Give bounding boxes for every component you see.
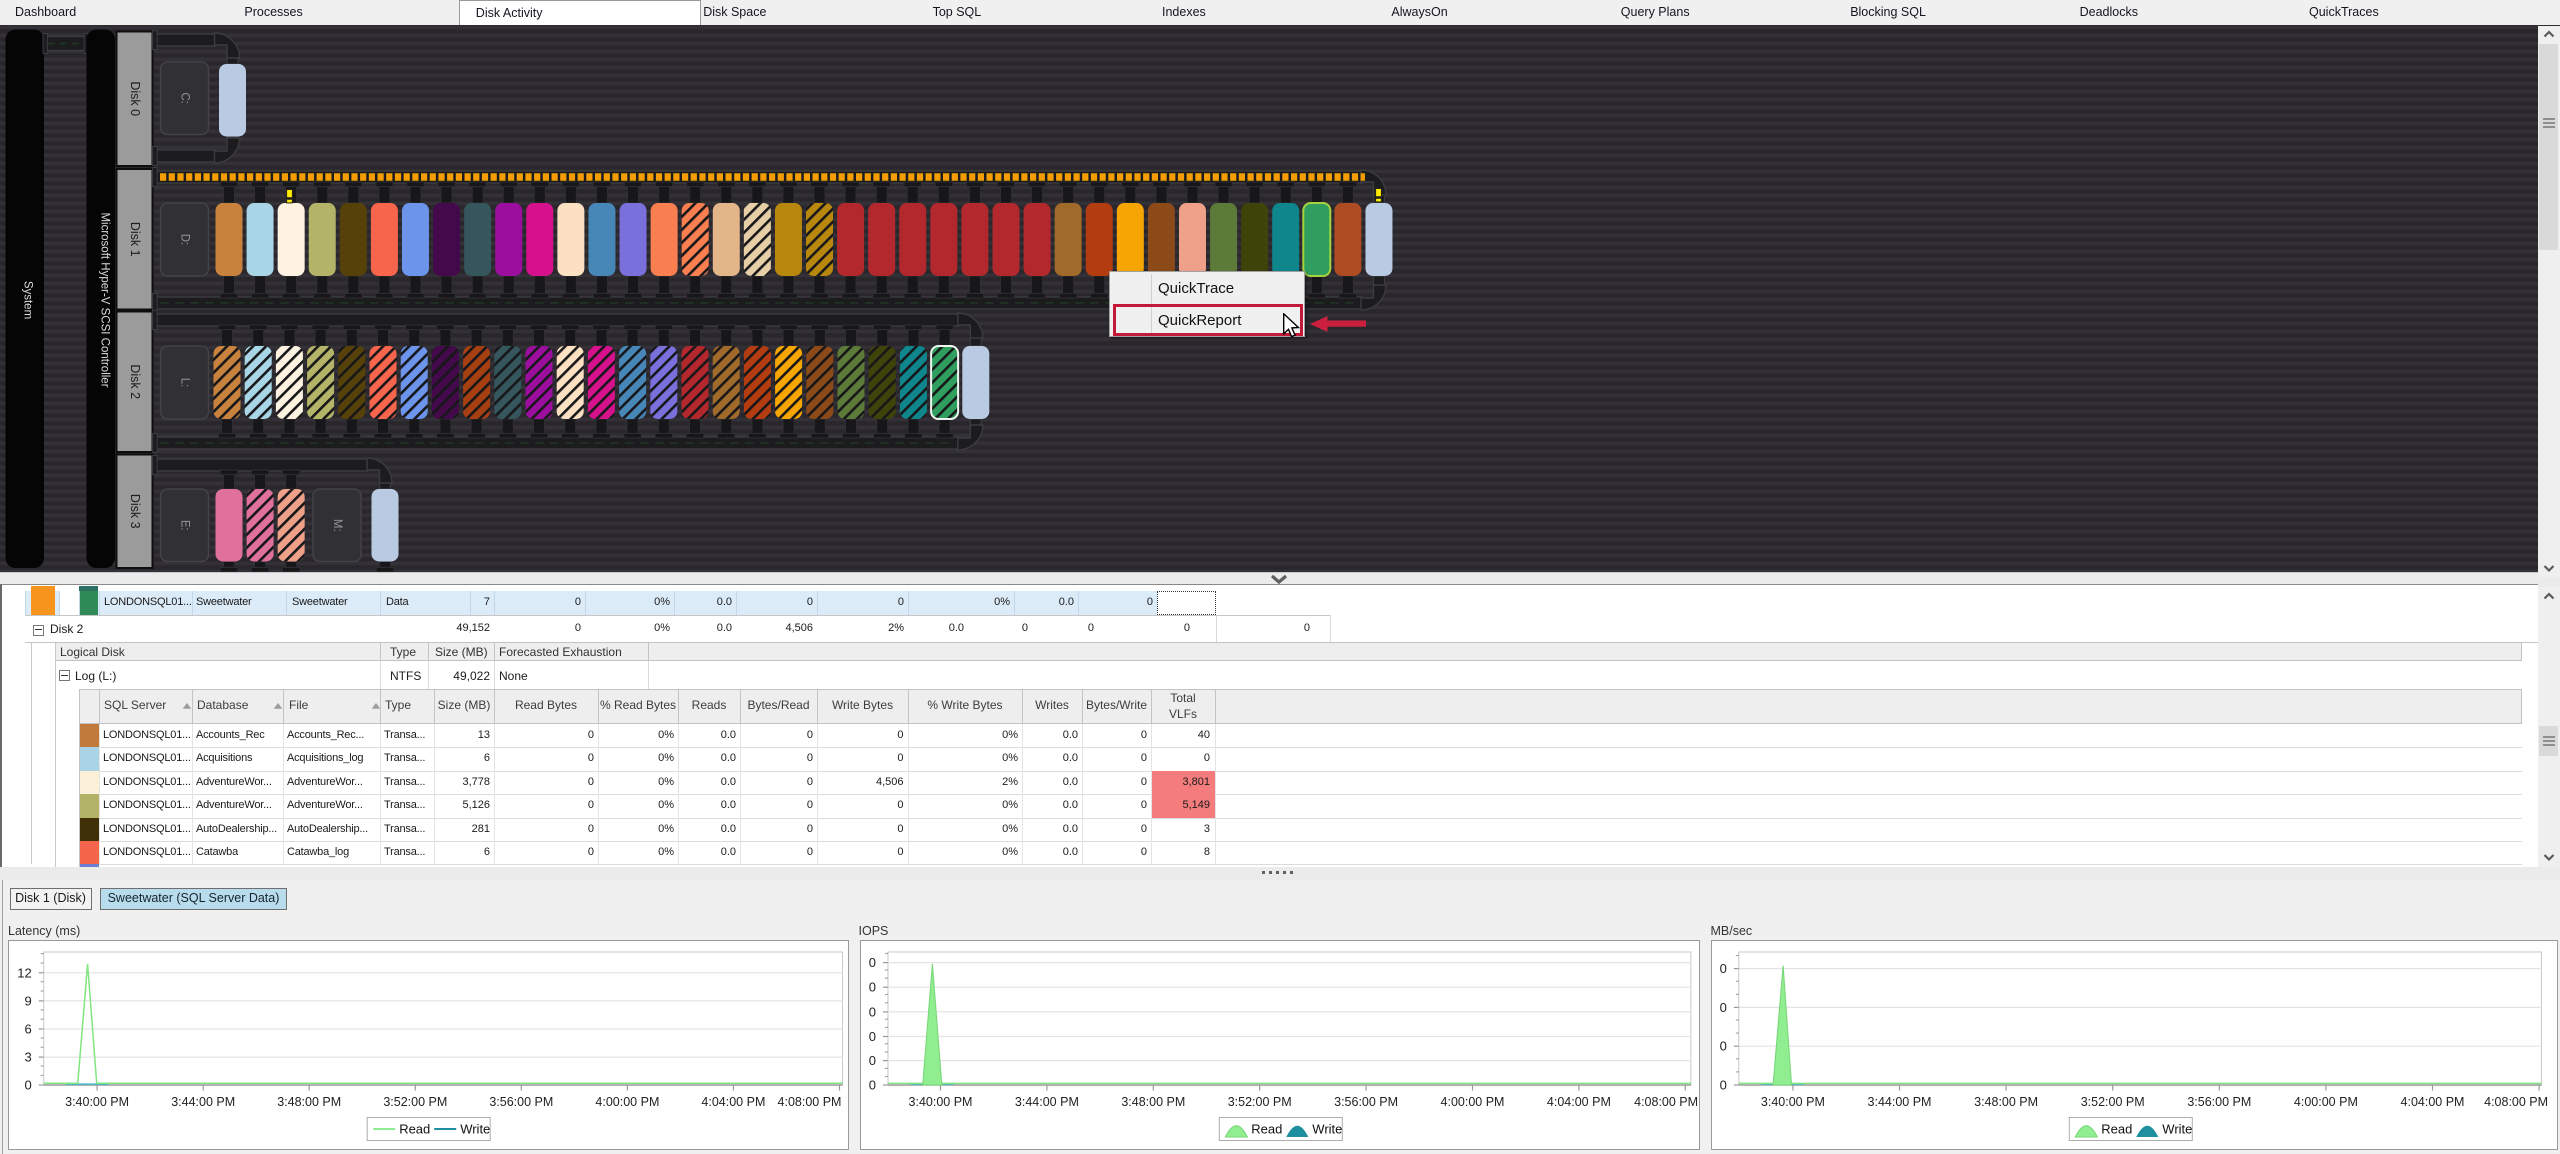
svg-text:3:48:00 PM: 3:48:00 PM (1121, 1095, 1185, 1109)
svg-text:4:04:00 PM: 4:04:00 PM (2400, 1095, 2464, 1109)
svg-text:3:56:00 PM: 3:56:00 PM (1334, 1095, 1398, 1109)
svg-text:3:44:00 PM: 3:44:00 PM (1867, 1095, 1931, 1109)
svg-text:Disk 3: Disk 3 (128, 494, 142, 529)
svg-text:3:48:00 PM: 3:48:00 PM (1974, 1095, 2038, 1109)
svg-text:4:00:00 PM: 4:00:00 PM (595, 1095, 659, 1109)
svg-text:Write: Write (1312, 1121, 1342, 1136)
svg-text:4:08:00 PM: 4:08:00 PM (777, 1095, 841, 1109)
svg-text:0: 0 (868, 1004, 875, 1019)
svg-text:C:: C: (178, 93, 190, 105)
svg-text:Disk 2: Disk 2 (128, 364, 142, 399)
svg-text:4:04:00 PM: 4:04:00 PM (1546, 1095, 1610, 1109)
svg-text:3:44:00 PM: 3:44:00 PM (1014, 1095, 1078, 1109)
svg-text:0: 0 (1719, 999, 1726, 1014)
svg-text:Microsoft Hyper-V SCSI Control: Microsoft Hyper-V SCSI Controller (99, 212, 111, 387)
svg-text:3:48:00 PM: 3:48:00 PM (277, 1095, 341, 1109)
svg-text:3:56:00 PM: 3:56:00 PM (2187, 1095, 2251, 1109)
svg-text:3:40:00 PM: 3:40:00 PM (65, 1095, 129, 1109)
svg-text:System: System (22, 281, 34, 319)
svg-text:0: 0 (868, 1029, 875, 1044)
svg-text:3:56:00 PM: 3:56:00 PM (489, 1095, 553, 1109)
svg-text:3:52:00 PM: 3:52:00 PM (2080, 1095, 2144, 1109)
svg-text:3:52:00 PM: 3:52:00 PM (383, 1095, 447, 1109)
svg-text:4:04:00 PM: 4:04:00 PM (701, 1095, 765, 1109)
svg-text:0: 0 (1719, 1038, 1726, 1053)
svg-text:4:08:00 PM: 4:08:00 PM (2484, 1095, 2548, 1109)
svg-text:6: 6 (24, 1021, 31, 1036)
svg-text:0: 0 (1719, 1077, 1726, 1092)
svg-text:0: 0 (868, 979, 875, 994)
svg-text:D:: D: (178, 234, 190, 246)
svg-text:Read: Read (2101, 1121, 2132, 1136)
svg-text:Disk 0: Disk 0 (128, 81, 142, 116)
svg-text:Disk 1: Disk 1 (128, 222, 142, 257)
svg-text:E:: E: (178, 520, 190, 531)
svg-text:0: 0 (868, 1077, 875, 1092)
svg-text:0: 0 (1719, 961, 1726, 976)
svg-text:Read: Read (399, 1121, 430, 1136)
svg-text:3:40:00 PM: 3:40:00 PM (1760, 1095, 1824, 1109)
svg-text:12: 12 (17, 965, 31, 980)
svg-text:4:08:00 PM: 4:08:00 PM (1634, 1095, 1698, 1109)
svg-text:0: 0 (868, 1053, 875, 1068)
svg-text:0: 0 (868, 955, 875, 970)
svg-text:3: 3 (24, 1049, 31, 1064)
svg-text:M:: M: (331, 519, 343, 532)
svg-text:4:00:00 PM: 4:00:00 PM (2293, 1095, 2357, 1109)
svg-text:3:52:00 PM: 3:52:00 PM (1227, 1095, 1291, 1109)
svg-text:9: 9 (24, 993, 31, 1008)
svg-text:Write: Write (460, 1121, 490, 1136)
svg-text:3:40:00 PM: 3:40:00 PM (908, 1095, 972, 1109)
svg-text:Write: Write (2162, 1121, 2192, 1136)
svg-text:4:00:00 PM: 4:00:00 PM (1440, 1095, 1504, 1109)
svg-text:0: 0 (24, 1077, 31, 1092)
svg-text:Read: Read (1251, 1121, 1282, 1136)
svg-text:L:: L: (178, 378, 190, 388)
svg-text:3:44:00 PM: 3:44:00 PM (171, 1095, 235, 1109)
